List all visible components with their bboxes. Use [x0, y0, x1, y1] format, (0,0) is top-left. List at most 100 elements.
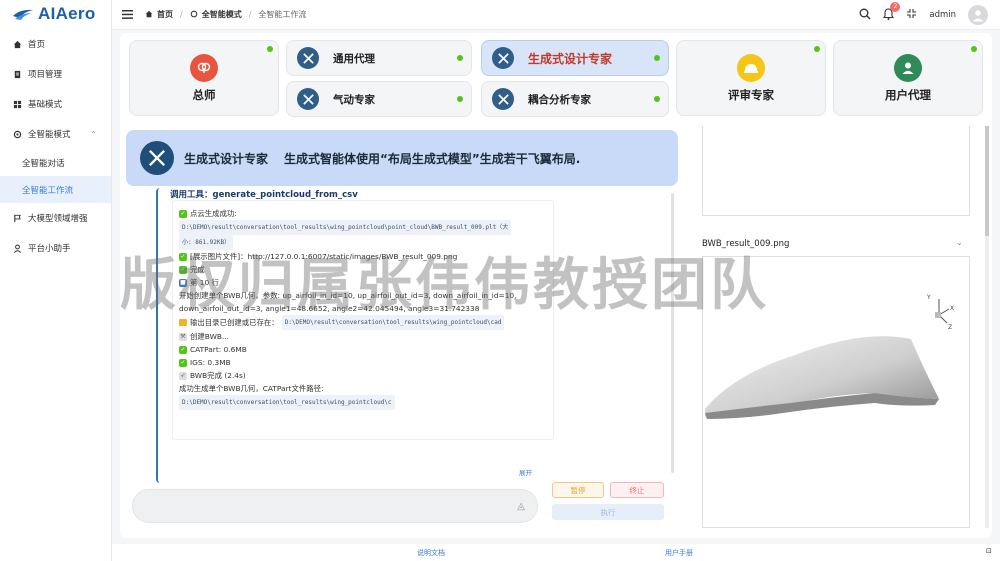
send-icon[interactable]: ◬: [517, 501, 525, 512]
agent-banner: 生成式设计专家 生成式智能体使用“布局生成式模型”生成若干飞翼布局.: [126, 130, 678, 186]
sidebar-item-projects[interactable]: 项目管理: [0, 59, 111, 89]
pause-button[interactable]: 暂停: [552, 482, 604, 498]
home-icon: [145, 10, 153, 20]
file-size: 小: 861.92KB）: [179, 235, 234, 250]
log-line: 开始创建单个BWB几何，参数: up_airfoil_in_id=10, up_…: [179, 289, 547, 302]
status-dot: [267, 46, 273, 52]
agent-card-user-proxy[interactable]: 用户代理: [833, 40, 983, 116]
status-dot: [654, 96, 660, 102]
axis-label-y: Y: [926, 294, 931, 301]
log-text: 创建BWB...: [190, 332, 230, 341]
file-path: D:\DEMO\result\conversation\tool_results…: [179, 220, 512, 235]
status-dot: [971, 46, 977, 52]
sidebar-item-smart-workflow[interactable]: 全智能工作流: [0, 176, 111, 203]
topbar: 首页 / 全智能模式 / 全智能工作流 2 admin: [112, 0, 1000, 30]
check-icon: ✓: [179, 358, 187, 367]
chat-scrollbar[interactable]: [671, 193, 674, 473]
rocket-icon: ➶: [179, 371, 187, 380]
log-text: down_airfoil_out_id=3, angle1=48.6652, a…: [179, 304, 480, 313]
breadcrumb-separator: /: [248, 10, 252, 19]
log-text: [展示图片文件]：http://127.0.0.1:6007/static/im…: [190, 252, 458, 261]
build-icon: ⚒: [179, 332, 187, 341]
log-line: 成功生成单个BWB几何，CATPart文件路径:: [179, 382, 547, 395]
log-text: CATPart: 0.6MB: [190, 345, 247, 354]
status-dot: [457, 55, 463, 61]
bwb-wing-render: Y X Z: [705, 294, 954, 419]
sidebar-item-smart-chat[interactable]: 全智能对话: [0, 149, 111, 176]
number-icon: ■: [179, 278, 187, 287]
expand-link[interactable]: 展开: [519, 467, 532, 477]
result-panel: BWB_result_009.png ⌄ Y X Z: [700, 126, 989, 528]
tools-icon: [492, 47, 514, 69]
agent-title: 总师: [192, 87, 216, 102]
bell-icon: [883, 7, 895, 23]
folder-icon: [179, 319, 187, 326]
gear-icon: [190, 10, 198, 20]
file-path: D:\DEMO\result\conversation\tool_results…: [281, 315, 505, 330]
agent-title: 用户代理: [885, 87, 931, 102]
helmet-icon: [737, 53, 765, 82]
sidebar-item-home[interactable]: 首页: [0, 29, 111, 59]
username[interactable]: admin: [929, 10, 956, 20]
log-line: down_airfoil_out_id=3, angle1=48.6652, a…: [179, 302, 547, 315]
log-line: ✓ 完成: [179, 263, 547, 276]
agent-card-generative[interactable]: 生成式设计专家: [481, 40, 669, 76]
agent-card-coupling[interactable]: 耦合分析专家: [481, 81, 669, 117]
tools-icon: [492, 88, 514, 110]
sidebar-item-assistant[interactable]: 平台小助手: [0, 233, 111, 263]
status-dot: [654, 55, 660, 61]
log-line: ■ 第 10 行: [179, 276, 547, 289]
logo[interactable]: AIAero: [0, 0, 111, 28]
main-panel: 总师 通用代理 气动专家 生成式设计专家 耦合分析专家 评审专家 用户代理 生成…: [120, 33, 992, 538]
file-path: D:\DEMO\result\conversation\tool_results…: [179, 395, 395, 410]
sidebar-item-label: 大模型领域增强: [28, 214, 88, 224]
notifications[interactable]: 2: [883, 1, 901, 23]
sidebar-item-label: 平台小助手: [28, 244, 71, 254]
grid-icon: [12, 99, 22, 109]
avatar[interactable]: [968, 5, 988, 25]
menu-toggle-icon[interactable]: [122, 10, 133, 19]
status-dot: [457, 96, 463, 102]
sidebar-item-label: 全智能模式: [28, 130, 71, 140]
breadcrumb: 首页 / 全智能模式 / 全智能工作流: [145, 9, 306, 20]
breadcrumb-mode[interactable]: 全智能模式: [202, 9, 242, 20]
agent-card-aero[interactable]: 气动专家: [286, 81, 472, 117]
banner-title: 生成式设计专家: [184, 151, 269, 166]
flag-icon: [12, 213, 22, 223]
log-line: ✓ 点云生成成功:: [179, 207, 547, 220]
notification-badge: 2: [890, 1, 901, 12]
chevron-down-icon[interactable]: ⌄: [956, 238, 963, 247]
log-text: BWB完成 (2.4s): [190, 371, 246, 380]
search-icon[interactable]: [859, 8, 871, 23]
stop-button[interactable]: 终止: [610, 482, 664, 498]
screenshot-icon[interactable]: ⊡: [986, 547, 992, 555]
run-button[interactable]: 执行: [552, 504, 664, 520]
sidebar: AIAero 首页 项目管理 基础模式 全智能模式 ⌃ 全智能对话 全智能工作流…: [0, 0, 112, 561]
agent-title: 耦合分析专家: [528, 93, 591, 106]
logo-text: AIAero: [38, 4, 96, 23]
result-scrollbar[interactable]: [985, 126, 989, 528]
sidebar-item-llm-enhance[interactable]: 大模型领域增强: [0, 203, 111, 233]
agent-title: 气动专家: [333, 93, 375, 106]
log-line: D:\DEMO\result\conversation\tool_results…: [179, 220, 547, 235]
agent-title: 生成式设计专家: [528, 51, 613, 66]
axis-triad: Y X Z: [926, 294, 954, 331]
footer: 说明文档 用户手册 ⊡: [112, 544, 1000, 561]
chat-input[interactable]: ◬: [132, 489, 538, 523]
check-icon: ✓: [179, 345, 187, 354]
agent-card-teacher[interactable]: 总师: [129, 40, 279, 116]
user-icon: [894, 53, 922, 82]
docs-link[interactable]: 说明文档: [417, 548, 445, 558]
banner-description: 生成式智能体使用“布局生成式模型”生成若干飞翼布局.: [284, 151, 581, 166]
agent-card-review[interactable]: 评审专家: [676, 40, 826, 116]
gear-icon: [12, 129, 22, 139]
sidebar-item-basic-mode[interactable]: 基础模式: [0, 89, 111, 119]
fullscreen-exit-icon[interactable]: [906, 8, 917, 22]
agent-card-general[interactable]: 通用代理: [286, 40, 472, 76]
sidebar-item-label: 全智能工作流: [22, 185, 74, 196]
log-line: 输出目录已创建或已存在： D:\DEMO\result\conversation\…: [179, 315, 547, 330]
manual-link[interactable]: 用户手册: [665, 548, 693, 558]
sidebar-item-label: 基础模式: [28, 100, 63, 110]
breadcrumb-home[interactable]: 首页: [157, 9, 173, 20]
sidebar-item-smart-mode[interactable]: 全智能模式 ⌃: [0, 119, 111, 149]
